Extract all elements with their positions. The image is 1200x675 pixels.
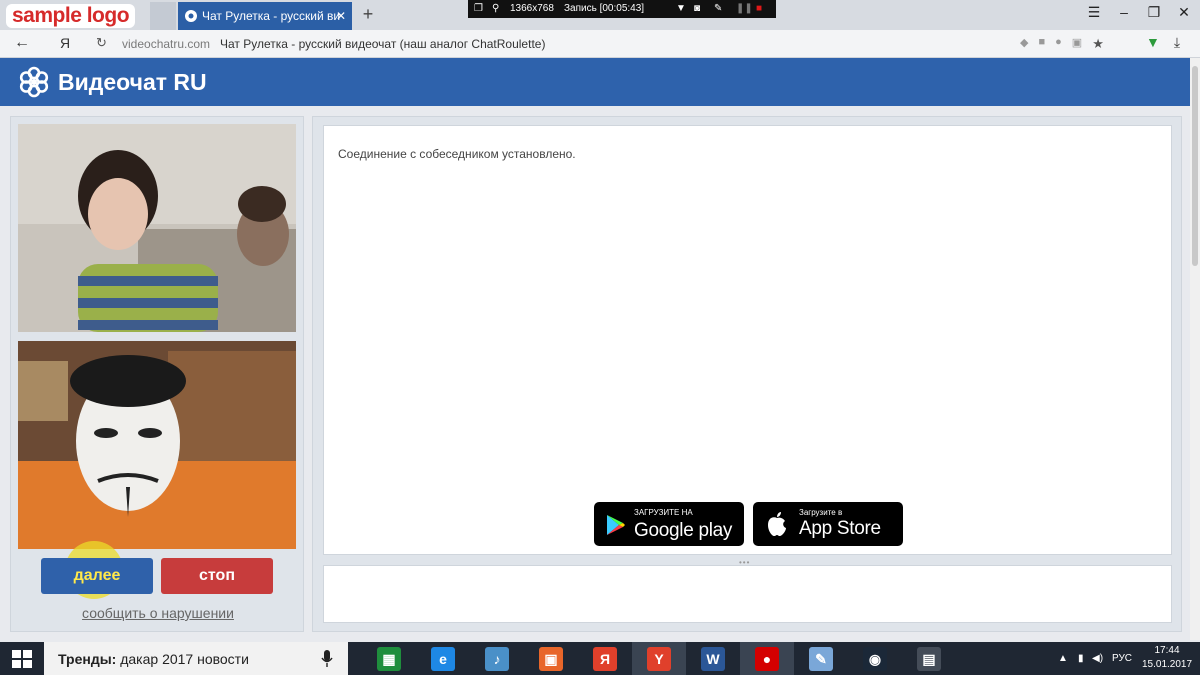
taskbar-search[interactable]: Тренды: дакар 2017 новости <box>44 642 348 675</box>
clock-time: 17:44 <box>1154 645 1180 656</box>
recorder-resolution: 1366x768 <box>510 3 554 14</box>
recorder-status: Запись [00:05:43] <box>564 3 645 14</box>
reload-icon[interactable]: ↻ <box>96 35 107 51</box>
watermark-logo: sample logo <box>6 4 136 28</box>
tray-expand-icon[interactable]: ▲ <box>1058 653 1068 664</box>
site-header: Видеочат RU <box>0 58 1190 106</box>
tab-inactive[interactable] <box>150 2 176 30</box>
address-right-icons: ▼ ⤓ <box>1146 34 1180 51</box>
address-bar: ← Я ↻ videochatru.com Чат Рулетка - русс… <box>0 30 1200 58</box>
yandex-icon: Я <box>593 647 617 671</box>
app-store-big: App Store <box>799 518 881 539</box>
next-button[interactable]: далее <box>41 558 153 594</box>
language-indicator[interactable]: РУС <box>1112 653 1132 664</box>
minimize-icon[interactable]: – <box>1116 4 1132 24</box>
site-title[interactable]: Видеочат RU <box>58 69 207 96</box>
yandex-browser-icon: Y <box>647 647 671 671</box>
restore-icon[interactable]: ❐ <box>1146 4 1162 24</box>
remote-video <box>18 124 296 332</box>
report-link[interactable]: сообщить о нарушении <box>11 605 305 621</box>
message-input[interactable] <box>323 565 1172 623</box>
word-icon: W <box>701 647 725 671</box>
pause-icon[interactable]: ❚❚ <box>736 0 753 18</box>
address-icons: ◆ ■ ● ▣ ★ <box>1020 36 1104 52</box>
camera-icon[interactable]: ◙ <box>694 0 700 18</box>
remote-video-frame <box>18 124 296 332</box>
browser-tab-bar: Чат Рулетка - русский ви ✕ + ❐ ⚲ 1366x76… <box>0 0 1200 30</box>
recorder-icon: ● <box>755 647 779 671</box>
local-video-frame <box>18 341 296 549</box>
chat-panel: Соединение с собеседником установлено. З… <box>312 116 1182 632</box>
download-icon[interactable]: ⤓ <box>1174 34 1180 51</box>
dropdown-icon[interactable]: ▼ <box>676 0 686 18</box>
taskbar-app[interactable]: ▣ <box>524 642 578 675</box>
tab-active[interactable]: Чат Рулетка - русский ви ✕ <box>178 2 352 30</box>
taskbar-app[interactable]: ▦ <box>362 642 416 675</box>
site-logo-icon[interactable] <box>18 66 50 98</box>
menu-icon[interactable]: ☰ <box>1086 4 1102 24</box>
yandex-button[interactable]: Я <box>60 35 70 51</box>
close-icon[interactable]: ✕ <box>1176 4 1192 24</box>
apple-icon <box>768 512 786 536</box>
mic-icon[interactable]: ● <box>1055 36 1062 52</box>
app-store-badge[interactable]: Загрузите в App Store <box>753 502 903 546</box>
stop-record-icon[interactable]: ■ <box>756 0 762 18</box>
screen-recorder-bar: ❐ ⚲ 1366x768 Запись [00:05:43] ▼ ◙ ✎ ❚❚ … <box>468 0 776 18</box>
taskbar-app[interactable]: Y <box>632 642 686 675</box>
video-icon[interactable]: ■ <box>1038 36 1045 52</box>
windows-taskbar: Тренды: дакар 2017 новости ▦ e ♪ ▣ Я Y W ● ✎ ◉ ▤ ▲… <box>0 642 1200 675</box>
site-favicon-icon <box>185 10 197 22</box>
zoom-icon[interactable]: ⚲ <box>492 0 499 18</box>
taskbar-apps: ▦ e ♪ ▣ Я Y W ● ✎ ◉ ▤ <box>362 642 956 675</box>
extension-icon[interactable]: ◆ <box>1020 36 1028 52</box>
power-icon[interactable]: ▮ <box>1078 653 1084 664</box>
google-play-small: ЗАГРУЗИТЕ НА <box>634 508 693 517</box>
store-icon: ▦ <box>377 647 401 671</box>
taskbar-app[interactable]: ● <box>740 642 794 675</box>
tab-title: Чат Рулетка - русский ви <box>202 9 341 23</box>
back-arrow-icon[interactable]: ← <box>14 34 30 52</box>
audio-player-icon: ♪ <box>485 647 509 671</box>
reader-icon[interactable]: ▣ <box>1072 36 1082 52</box>
video-editor-icon: ▤ <box>917 647 941 671</box>
taskbar-app[interactable]: e <box>416 642 470 675</box>
page-title-in-address[interactable]: Чат Рулетка - русский видеочат (наш анал… <box>220 37 545 51</box>
photo-app-icon: ▣ <box>539 647 563 671</box>
google-play-icon <box>607 515 625 535</box>
volume-icon[interactable]: ◀) <box>1092 653 1103 664</box>
google-play-badge[interactable]: ЗАГРУЗИТЕ НА Google play <box>594 502 744 546</box>
local-video <box>18 341 296 549</box>
taskbar-app[interactable]: ▤ <box>902 642 956 675</box>
pen-icon[interactable]: ✎ <box>714 0 722 18</box>
clock-date: 15.01.2017 <box>1142 659 1193 670</box>
taskbar-app[interactable]: ◉ <box>848 642 902 675</box>
taskbar-app[interactable]: Я <box>578 642 632 675</box>
microphone-icon[interactable] <box>320 649 334 669</box>
taskbar-app[interactable]: ✎ <box>794 642 848 675</box>
new-tab-button[interactable]: + <box>358 3 378 25</box>
taskbar-app[interactable]: W <box>686 642 740 675</box>
clock[interactable]: 17:44 15.01.2017 <box>1142 644 1192 672</box>
window-icon[interactable]: ❐ <box>474 0 483 18</box>
window-controls: ☰ – ❐ ✕ <box>1086 4 1192 24</box>
paint-icon: ✎ <box>809 647 833 671</box>
protect-icon[interactable]: ▼ <box>1146 34 1160 51</box>
star-icon[interactable]: ★ <box>1092 36 1104 52</box>
windows-start-icon[interactable] <box>0 642 44 675</box>
video-panel: далее стоп сообщить о нарушении <box>10 116 304 632</box>
internet-explorer-icon: e <box>431 647 455 671</box>
url-text[interactable]: videochatru.com <box>122 37 210 51</box>
tab-close-icon[interactable]: ✕ <box>336 2 346 30</box>
connection-status-message: Соединение с собеседником установлено. <box>338 147 576 161</box>
stop-button[interactable]: стоп <box>161 558 273 594</box>
steam-icon: ◉ <box>863 647 887 671</box>
app-store-small: Загрузите в <box>799 508 843 517</box>
page-scrollbar[interactable] <box>1190 58 1200 640</box>
taskbar-app[interactable]: ♪ <box>470 642 524 675</box>
google-play-big: Google play <box>634 520 733 541</box>
chat-messages: Соединение с собеседником установлено. З… <box>323 125 1172 555</box>
search-text: Тренды: дакар 2017 новости <box>58 651 249 667</box>
scrollbar-thumb[interactable] <box>1192 66 1198 266</box>
